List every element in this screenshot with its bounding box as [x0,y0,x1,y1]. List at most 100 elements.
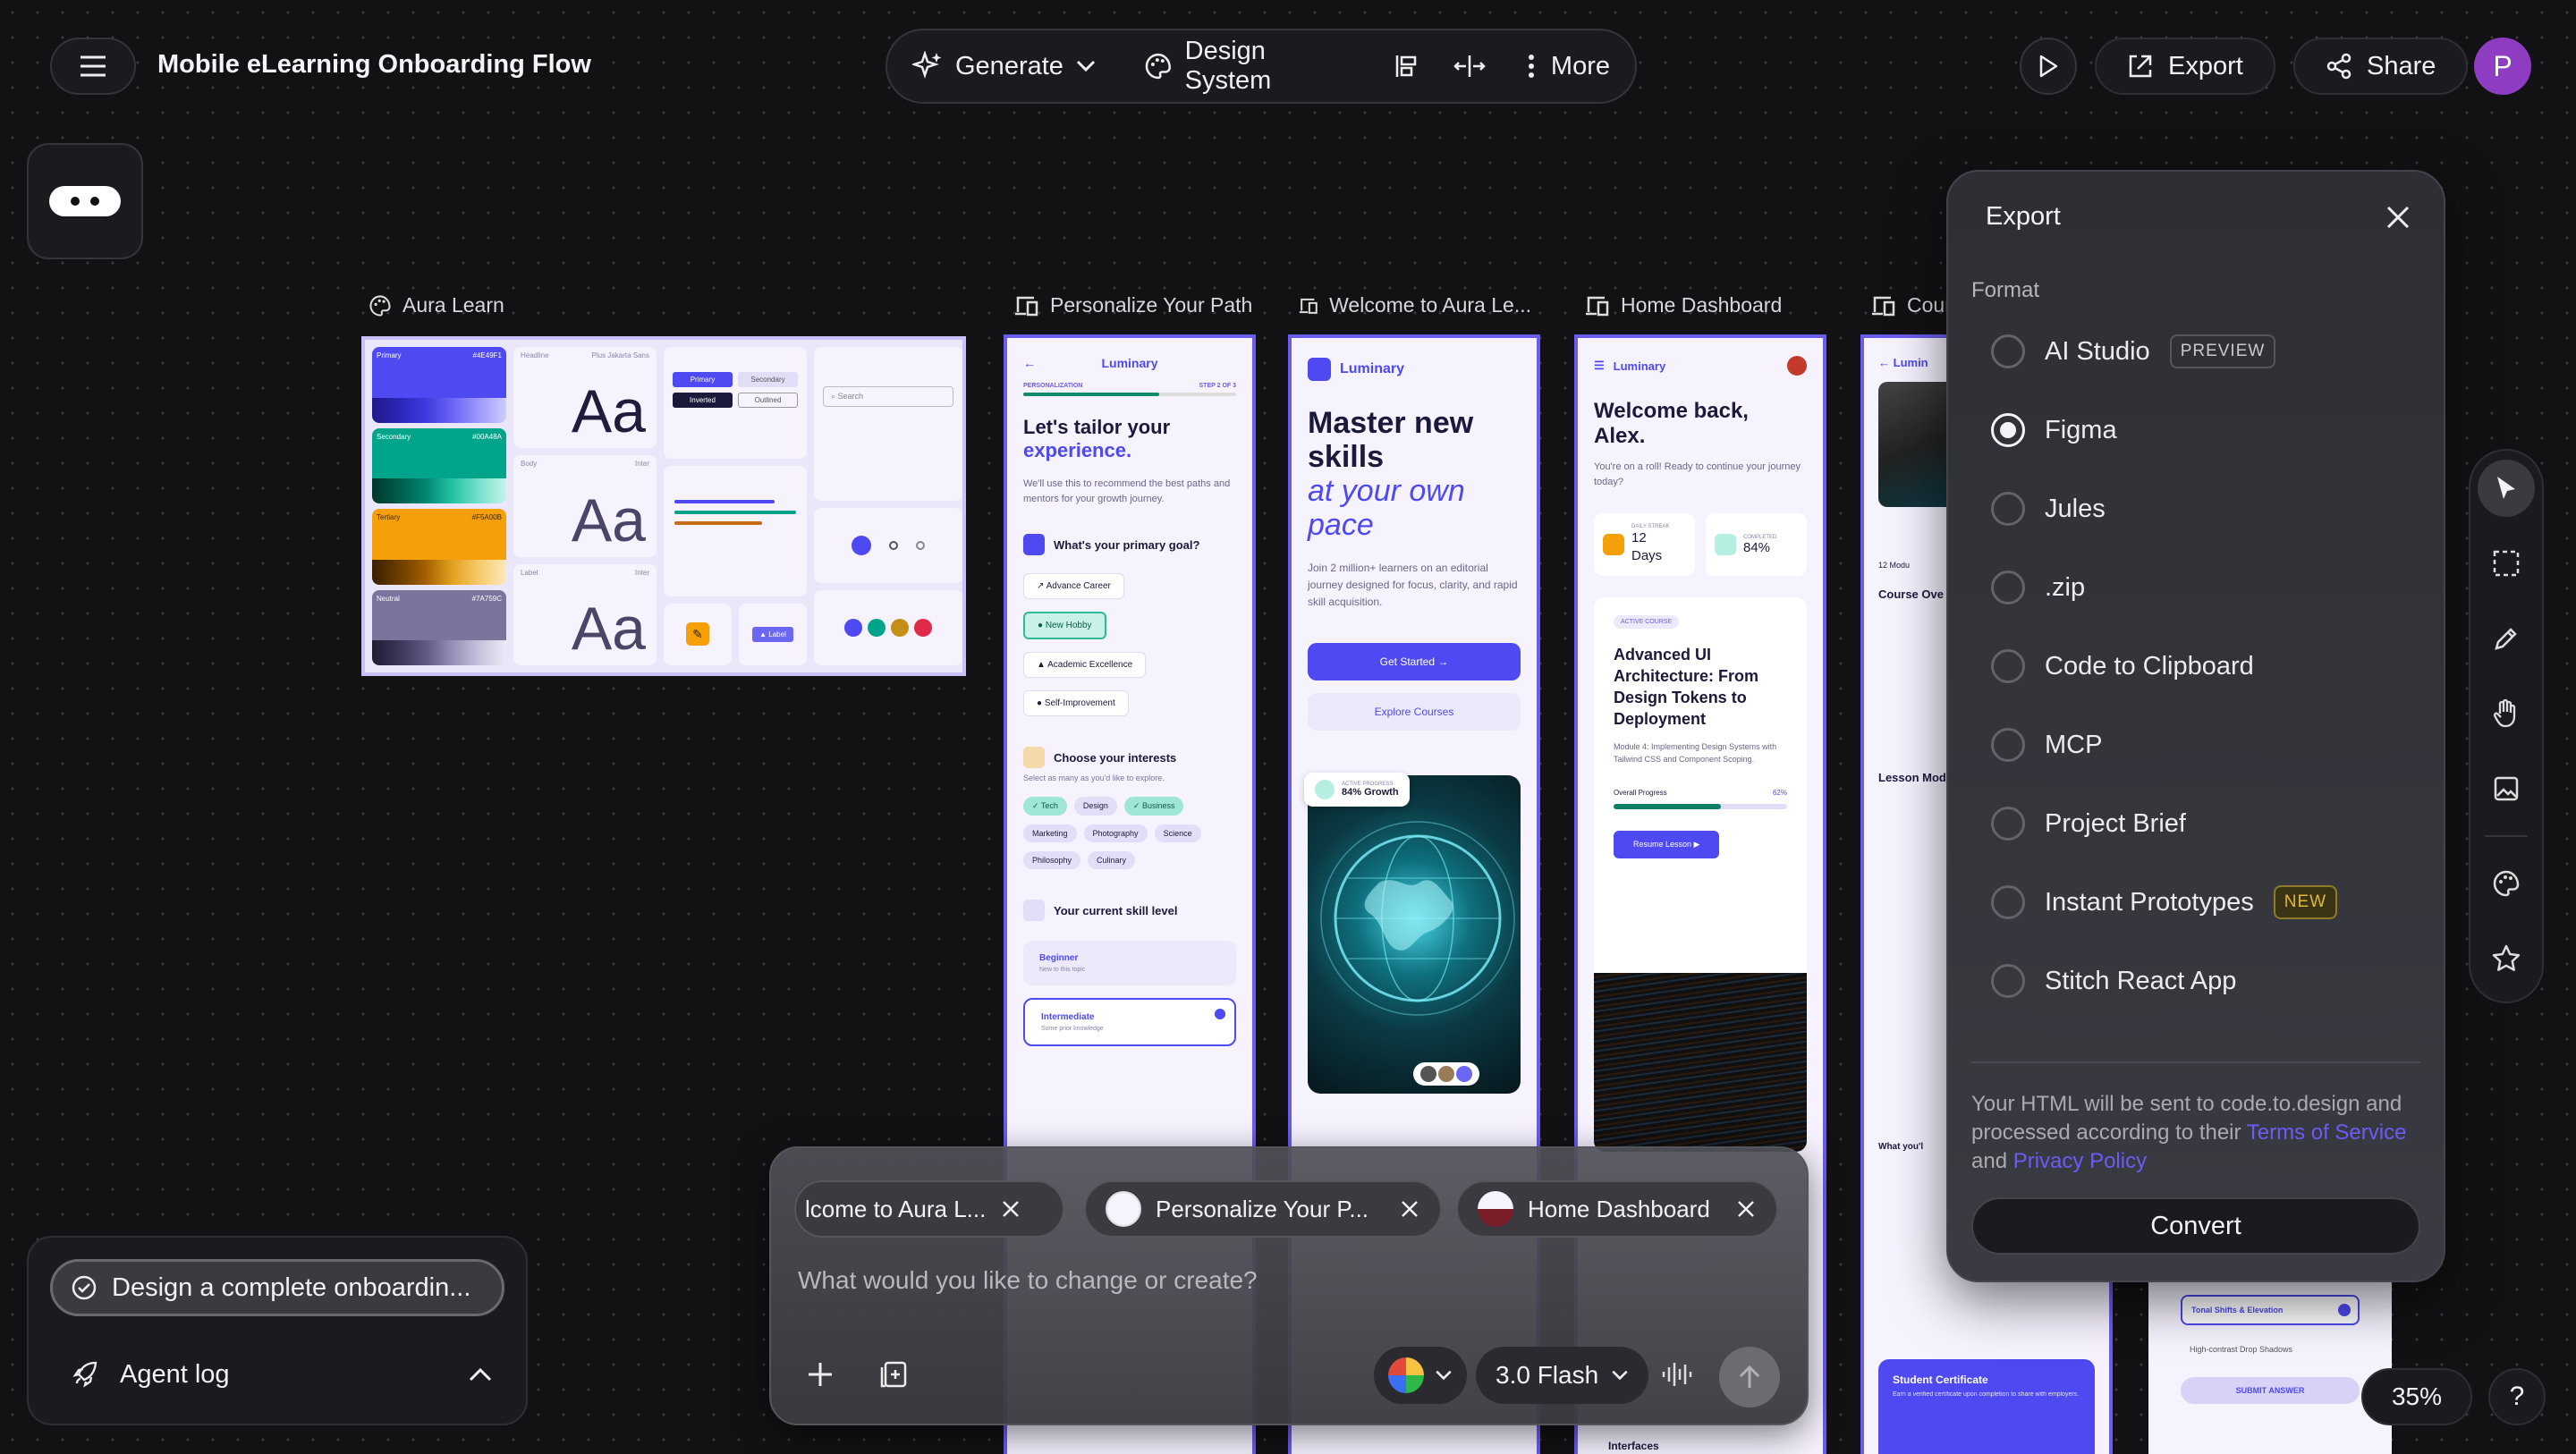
radio-button[interactable] [1991,964,2025,998]
goal-option-selected[interactable]: ● New Hobby [1023,612,1106,639]
explore-courses-button[interactable]: Explore Courses [1308,693,1521,731]
quiz-option[interactable]: High-contrast Drop Shadows [2181,1336,2360,1363]
hero-line-2: skills [1308,440,1385,474]
close-icon[interactable] [1000,1198,1021,1220]
interest-chip[interactable]: Culinary [1088,851,1136,869]
format-option-jules[interactable]: Jules [1971,469,2420,548]
avatar[interactable]: P [2474,38,2531,95]
format-option-figma[interactable]: Figma [1971,391,2420,469]
close-icon[interactable] [2385,204,2411,231]
design-system-button[interactable]: Design System [1144,37,1358,96]
secondary-button-sample: Secondary [738,372,798,387]
resume-lesson-button[interactable]: Resume Lesson ▶ [1614,831,1720,858]
hand-tool-button[interactable] [2478,685,2535,742]
menu-icon[interactable]: ☰ [1594,359,1605,373]
menu-button[interactable] [50,38,136,95]
chat-toggle-button[interactable] [27,143,143,259]
radio-button[interactable] [1991,492,2025,526]
interest-chip[interactable]: ✓ Business [1123,797,1184,816]
skill-option[interactable]: Beginner New to this topic [1023,941,1236,985]
share-button[interactable]: Share [2293,38,2469,95]
logo-icon [1308,358,1331,381]
search-sample: ⌕ Search [814,347,962,501]
format-option-project-brief[interactable]: Project Brief [1971,784,2420,863]
radio-button[interactable] [1991,571,2025,604]
theme-picker-button[interactable] [1374,1347,1467,1404]
select-tool-button[interactable] [2478,460,2535,517]
layout-button[interactable] [1394,53,1420,80]
back-arrow-icon[interactable]: ← [1023,356,1036,370]
frame-label-personalize[interactable]: Personalize Your Path [1014,293,1252,317]
format-option-mcp[interactable]: MCP [1971,706,2420,784]
privacy-link[interactable]: Privacy Policy [2013,1149,2147,1173]
format-option-stitch-react-app[interactable]: Stitch React App [1971,942,2420,1020]
frame-label-welcome[interactable]: Welcome to Aura Le... [1299,293,1531,317]
goal-option[interactable]: ↗ Advance Career [1023,573,1124,599]
get-started-button[interactable]: Get Started → [1308,643,1521,681]
interest-chip[interactable]: Marketing [1023,824,1077,842]
sparkle-icon [912,51,942,79]
goal-option-label: New Hobby [1045,621,1092,630]
model-selector[interactable]: 3.0 Flash [1476,1347,1649,1404]
generate-button[interactable]: Generate [912,51,1096,81]
interest-chip[interactable]: Design [1073,797,1117,816]
context-chip-personalize[interactable]: Personalize Your P... [1084,1180,1442,1238]
type-sample-label: Label Inter Aa [513,563,657,665]
context-chip-dashboard[interactable]: Home Dashboard [1456,1180,1778,1238]
goal-option[interactable]: ● Self-Improvement [1023,690,1129,716]
type-role: Label [521,568,538,577]
pen-tool-button[interactable] [2478,610,2535,667]
interest-chip[interactable]: Photography [1083,824,1148,842]
streak-value: 12 Days [1631,530,1663,563]
format-option-instant-prototypes[interactable]: Instant Prototypes NEW [1971,863,2420,942]
radio-button[interactable] [1991,334,2025,368]
radio-button[interactable] [1991,807,2025,841]
voice-input-button[interactable] [1660,1359,1694,1390]
radio-button[interactable] [1991,649,2025,683]
frame-label-dashboard[interactable]: Home Dashboard [1585,293,1782,317]
zoom-level[interactable]: 35% [2361,1368,2472,1425]
convert-button[interactable]: Convert [1971,1197,2420,1255]
marquee-tool-button[interactable] [2478,535,2535,592]
radio-button[interactable] [1991,728,2025,762]
active-course-card[interactable]: ACTIVE COURSE Advanced UI Architecture: … [1594,597,1807,1152]
favorites-tool-button[interactable] [2478,930,2535,987]
divider [1971,1061,2420,1063]
image-tool-button[interactable] [2478,760,2535,817]
design-system-frame[interactable]: Primary #4E49F1 Secondary #00A48A Tertiary… [361,336,966,676]
user-avatar[interactable] [1787,356,1807,376]
agent-log-toggle[interactable]: Agent log [72,1352,492,1397]
grid-icon [1023,747,1045,768]
skill-option-selected[interactable]: Intermediate Some prior knowledge [1023,998,1236,1046]
context-chip-welcome[interactable]: lcome to Aura L... [794,1180,1064,1238]
close-icon[interactable] [1735,1198,1757,1220]
theme-tool-button[interactable] [2478,855,2535,912]
format-option-zip[interactable]: .zip [1971,548,2420,627]
format-option-ai-studio[interactable]: AI Studio PREVIEW [1971,312,2420,391]
frame-label-design-system[interactable]: Aura Learn [369,293,504,317]
agent-task-button[interactable]: Design a complete onboardin... [50,1259,504,1316]
attach-screen-button[interactable] [878,1359,909,1390]
play-button[interactable] [2020,38,2077,95]
close-icon[interactable] [1399,1198,1420,1220]
quiz-frame[interactable]: Tonal Shifts & Elevation High-contrast D… [2148,1270,2392,1454]
help-button[interactable]: ? [2488,1368,2546,1425]
terms-link[interactable]: Terms of Service [2247,1120,2407,1145]
radio-button-selected[interactable] [1991,413,2025,447]
resize-button[interactable] [1453,53,1487,80]
submit-answer-button[interactable]: SUBMIT ANSWER [2181,1377,2360,1404]
quiz-option-selected[interactable]: Tonal Shifts & Elevation [2181,1295,2360,1325]
quiz-option-label: High-contrast Drop Shadows [2190,1345,2293,1354]
interest-chip[interactable]: Science [1154,824,1201,842]
interest-chip[interactable]: Philosophy [1023,851,1081,869]
format-option-code-to-clipboard[interactable]: Code to Clipboard [1971,627,2420,706]
radio-button[interactable] [1991,885,2025,919]
interest-chip[interactable]: ✓ Tech [1023,797,1067,816]
more-button[interactable]: More [1528,52,1610,81]
prompt-input[interactable]: What would you like to change or create? [798,1266,1782,1295]
goal-option[interactable]: ▲ Academic Excellence [1023,652,1147,678]
send-button[interactable] [1719,1347,1780,1408]
export-button[interactable]: Export [2095,38,2275,95]
add-button[interactable] [805,1359,835,1390]
frame-label-course[interactable]: Cour [1871,293,1952,317]
